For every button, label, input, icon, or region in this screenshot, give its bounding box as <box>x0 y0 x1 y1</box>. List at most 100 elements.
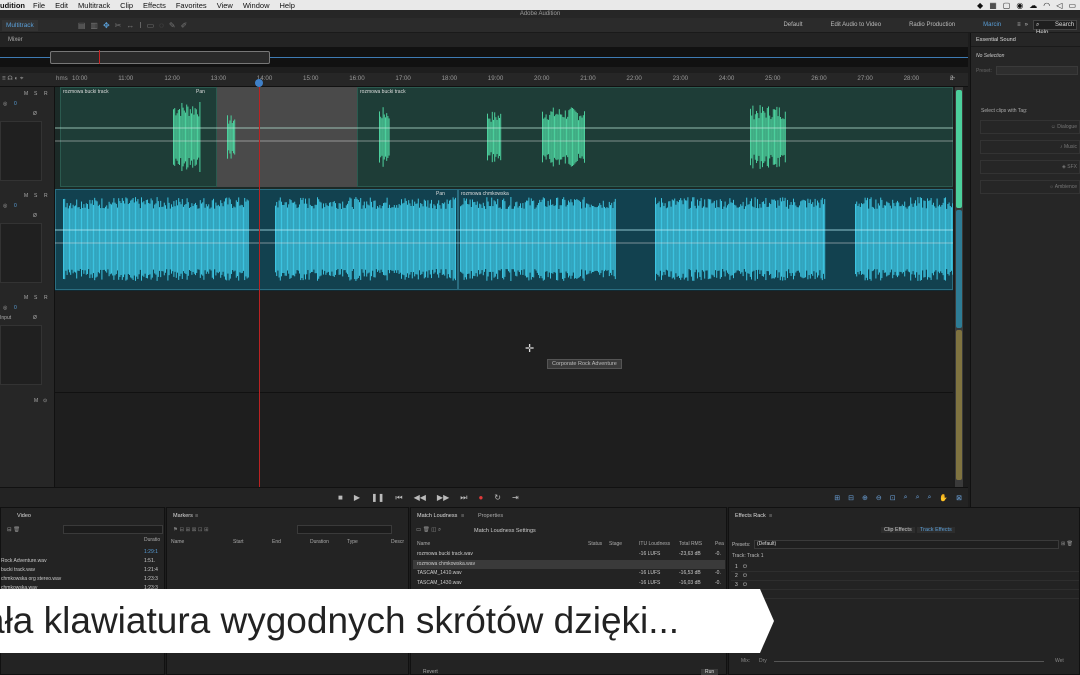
scroll-track-1-thumb[interactable] <box>956 90 962 208</box>
effect-slot[interactable]: 1 ⏻ <box>731 564 1079 572</box>
track-3-io[interactable] <box>0 325 42 385</box>
zoom-navigator-icon[interactable]: ✣ <box>950 75 955 82</box>
essential-preset-select[interactable] <box>996 66 1078 75</box>
track-1-volume-value[interactable]: 0 <box>14 101 17 107</box>
markers-menu-icon[interactable]: ≡ <box>195 513 198 519</box>
battery-icon[interactable]: ▭ <box>1068 1 1076 10</box>
match-loudness-settings-button[interactable]: Match Loudness Settings <box>474 528 536 534</box>
timeline-ruler[interactable]: ≡ ☊ ◐ ⌖ hms 10:00 11:00 12:00 13:00 14:00 15:… <box>0 73 968 87</box>
markers-col-description[interactable]: Descr <box>391 539 404 545</box>
files-toolbar-icons[interactable]: ⊟ 🗑 <box>7 527 20 533</box>
loudness-col-itu[interactable]: ITU Loudness <box>639 541 670 547</box>
menu-favorites[interactable]: Favorites <box>176 1 207 10</box>
cloud-icon[interactable]: ☁ <box>1029 1 1037 10</box>
multitrack-mode-button[interactable]: Multitrack <box>2 19 38 31</box>
menu-edit[interactable]: Edit <box>55 1 68 10</box>
tab-track-effects[interactable]: Track Effects <box>917 527 955 533</box>
fast-forward-icon[interactable]: ▶▶ <box>437 493 449 503</box>
power-icon[interactable]: ⏻ <box>743 564 747 570</box>
presets-select[interactable]: (Default) <box>754 540 1059 549</box>
loudness-menu-icon[interactable]: ≡ <box>461 513 464 519</box>
file-row-name[interactable]: bucki track.wav <box>1 567 35 573</box>
rewind-icon[interactable]: ◀◀ <box>414 493 426 503</box>
play-icon[interactable]: ▶ <box>354 493 360 503</box>
track-1-phase-icon[interactable]: Ø <box>33 111 37 117</box>
stop-icon[interactable]: ■ <box>338 493 343 503</box>
track-2-phase-icon[interactable]: Ø <box>33 213 37 219</box>
loudness-toolbar-icons[interactable]: ▭ 🗑 ◫ ⌕ <box>416 527 441 534</box>
effect-slot[interactable]: 2 ⏻ <box>731 573 1079 581</box>
track-3-volume-knob[interactable]: ◎ <box>3 305 7 311</box>
track-2-arm[interactable]: R <box>44 193 48 199</box>
zoom-selection-icon[interactable]: ⌕ <box>904 494 908 502</box>
markers-col-start[interactable]: Start <box>233 539 244 545</box>
menu-window[interactable]: Window <box>243 1 270 10</box>
track-2-mute[interactable]: M <box>24 193 28 199</box>
square-icon[interactable]: ▢ <box>1003 1 1011 10</box>
effect-slot[interactable]: 4⏻ <box>731 591 1079 599</box>
status-icon[interactable]: ▦ <box>989 1 997 10</box>
markers-toolbar-icons[interactable]: ⚑ ⊟ ⊞ ⊠ ⊡ ⊞ <box>173 527 209 533</box>
file-row-name[interactable]: Rock Adventure.wav <box>1 558 47 564</box>
markers-search-input[interactable] <box>297 525 392 534</box>
run-button[interactable]: Run <box>701 669 719 675</box>
tab-clip-effects[interactable]: Clip Effects <box>881 527 915 533</box>
loudness-col-status[interactable]: Status <box>588 541 602 547</box>
track-2-volume-knob[interactable]: ◎ <box>3 203 7 209</box>
tag-dialogue-button[interactable]: ☺ Dialogue <box>980 120 1080 134</box>
file-row-name[interactable]: chmkowska org stereo.wav <box>1 576 61 582</box>
meter-icon[interactable]: ▤ <box>78 21 86 30</box>
menu-help[interactable]: Help <box>280 1 295 10</box>
tab-video[interactable]: Video <box>17 513 31 519</box>
slip-tool-icon[interactable]: ↔ <box>126 21 134 30</box>
time-selection-icon[interactable]: I <box>139 21 141 30</box>
loudness-col-peak[interactable]: Pea <box>715 541 724 547</box>
effects-rack-menu-icon[interactable]: ≡ <box>769 513 772 519</box>
workspace-edit-audio-video[interactable]: Edit Audio to Video <box>816 22 895 28</box>
track-1-arm[interactable]: R <box>44 91 48 97</box>
app-menu[interactable]: udition <box>0 1 25 10</box>
pause-icon[interactable]: ❚❚ <box>371 493 384 503</box>
master-mute[interactable]: M <box>34 398 38 404</box>
track-3-phase-icon[interactable]: Ø <box>33 315 37 321</box>
tag-music-button[interactable]: ♪ Music <box>980 140 1080 154</box>
track-2-solo[interactable]: S <box>34 193 37 199</box>
menu-file[interactable]: File <box>33 1 45 10</box>
markers-col-name[interactable]: Name <box>171 539 184 545</box>
track-3-mute[interactable]: M <box>24 295 28 301</box>
workspace-marcin[interactable]: Marcin <box>969 22 1015 28</box>
track-2-volume-value[interactable]: 0 <box>14 203 17 209</box>
record-icon[interactable]: ◉ <box>1016 1 1023 10</box>
markers-col-type[interactable]: Type <box>347 539 358 545</box>
zoom-all-tracks-icon[interactable]: ⊠ <box>956 494 962 502</box>
go-to-start-icon[interactable]: ⏮ <box>395 493 402 503</box>
revert-checkbox-label[interactable]: Revert <box>423 669 438 675</box>
mixer-tab[interactable]: Mixer <box>0 33 968 47</box>
zoom-out-time-icon[interactable]: ⊖ <box>876 494 882 502</box>
track-3-arm[interactable]: R <box>44 295 48 301</box>
tag-sfx-button[interactable]: ◈ SFX <box>980 160 1080 174</box>
track-2-io[interactable] <box>0 223 42 283</box>
scroll-track-2-thumb[interactable] <box>956 210 962 328</box>
volume-icon[interactable]: ◁ <box>1056 1 1062 10</box>
scroll-track-3-thumb[interactable] <box>956 330 962 480</box>
record-button-icon[interactable]: ● <box>478 493 483 503</box>
track-3-volume-value[interactable]: 0 <box>14 305 17 311</box>
go-to-end-icon[interactable]: ⏭ <box>460 493 467 503</box>
menu-clip[interactable]: Clip <box>120 1 133 10</box>
track-1-io[interactable] <box>0 121 42 181</box>
zoom-in-time-icon[interactable]: ⊕ <box>862 494 868 502</box>
dropbox-icon[interactable]: ◆ <box>977 1 983 10</box>
more-workspaces-icon[interactable]: » <box>1023 22 1030 28</box>
ruler-mode-icons[interactable]: ≡ ☊ ◐ ⌖ <box>2 75 23 83</box>
search-help-input[interactable]: ⌕ Search Help <box>1033 20 1077 36</box>
track-1-solo[interactable]: S <box>34 91 37 97</box>
workspace-default[interactable]: Default <box>769 22 816 28</box>
zoom-right-icon[interactable]: ⌕ <box>927 494 931 502</box>
markers-col-end[interactable]: End <box>272 539 281 545</box>
tag-ambience-button[interactable]: ☼ Ambience <box>980 180 1080 194</box>
mix-slider[interactable] <box>774 661 1044 662</box>
zoom-left-icon[interactable]: ⌕ <box>916 494 920 502</box>
menu-multitrack[interactable]: Multitrack <box>78 1 110 10</box>
markers-col-duration[interactable]: Duration <box>310 539 329 545</box>
